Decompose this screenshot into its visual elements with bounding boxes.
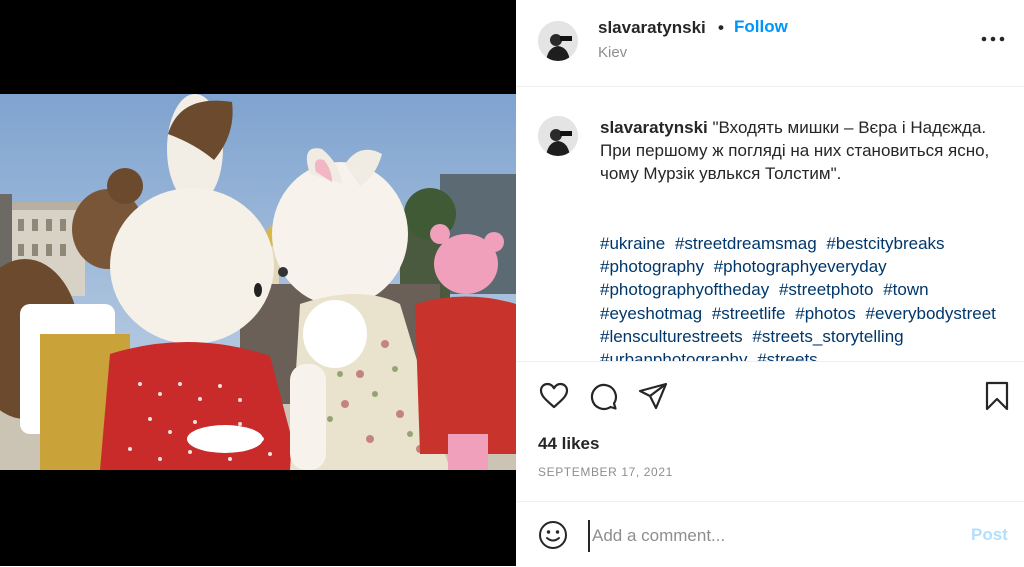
- instagram-post-view: slavaratynski • Follow Kiev slavaratynsk…: [0, 0, 1024, 566]
- hashtag-link[interactable]: #streetdreamsmag: [675, 234, 817, 253]
- comment-bar: Post: [516, 501, 1024, 567]
- post-location[interactable]: Kiev: [598, 44, 627, 61]
- hashtag-link[interactable]: #streets: [757, 350, 817, 361]
- heart-icon[interactable]: [538, 380, 570, 412]
- hashtag-link[interactable]: #everybodystreet: [865, 304, 995, 323]
- hashtag-link[interactable]: #ukraine: [600, 234, 665, 253]
- caption-text-block: slavaratynski "Входять мишки – Вєра і На…: [600, 116, 1010, 186]
- hashtag-link[interactable]: #photographyeveryday: [714, 257, 887, 276]
- hashtag-link[interactable]: #town: [883, 280, 928, 299]
- post-actions: 44 likes SEPTEMBER 17, 2021: [516, 361, 1024, 502]
- hashtag-link[interactable]: #photos: [795, 304, 856, 323]
- post-side-panel: slavaratynski • Follow Kiev slavaratynsk…: [516, 0, 1024, 566]
- caption-username[interactable]: slavaratynski: [600, 118, 708, 137]
- hashtag-link[interactable]: #urbanphotography: [600, 350, 747, 361]
- caption-hashtags: #ukraine #streetdreamsmag #bestcitybreak…: [600, 232, 1015, 361]
- hashtag-link[interactable]: #streets_storytelling: [752, 327, 903, 346]
- hashtag-link[interactable]: #streetlife: [712, 304, 786, 323]
- hashtag-link[interactable]: #photography: [600, 257, 704, 276]
- hashtag-link[interactable]: #bestcitybreaks: [826, 234, 944, 253]
- post-header: slavaratynski • Follow Kiev: [516, 0, 1024, 87]
- emoji-icon[interactable]: [538, 520, 568, 550]
- follow-button[interactable]: Follow: [734, 17, 788, 37]
- header-separator: •: [718, 18, 724, 37]
- comment-input[interactable]: [588, 520, 964, 552]
- more-options-icon[interactable]: [978, 27, 1008, 51]
- hashtag-link[interactable]: #lensculturestreets: [600, 327, 743, 346]
- caption-avatar[interactable]: [538, 116, 578, 156]
- hashtag-link[interactable]: #eyeshotmag: [600, 304, 702, 323]
- bookmark-icon[interactable]: [981, 380, 1013, 412]
- post-date[interactable]: SEPTEMBER 17, 2021: [538, 465, 673, 479]
- hashtag-link[interactable]: #photographyoftheday: [600, 280, 769, 299]
- like-count[interactable]: 44 likes: [538, 434, 599, 454]
- share-icon[interactable]: [637, 380, 669, 412]
- post-caption: slavaratynski "Входять мишки – Вєра і На…: [516, 87, 1024, 361]
- post-media: [0, 0, 516, 566]
- author-avatar[interactable]: [538, 21, 578, 61]
- post-comment-button[interactable]: Post: [971, 525, 1008, 545]
- comment-icon[interactable]: [587, 380, 619, 412]
- hashtag-link[interactable]: #streetphoto: [779, 280, 874, 299]
- author-username[interactable]: slavaratynski: [598, 18, 706, 38]
- post-photo[interactable]: [0, 94, 516, 470]
